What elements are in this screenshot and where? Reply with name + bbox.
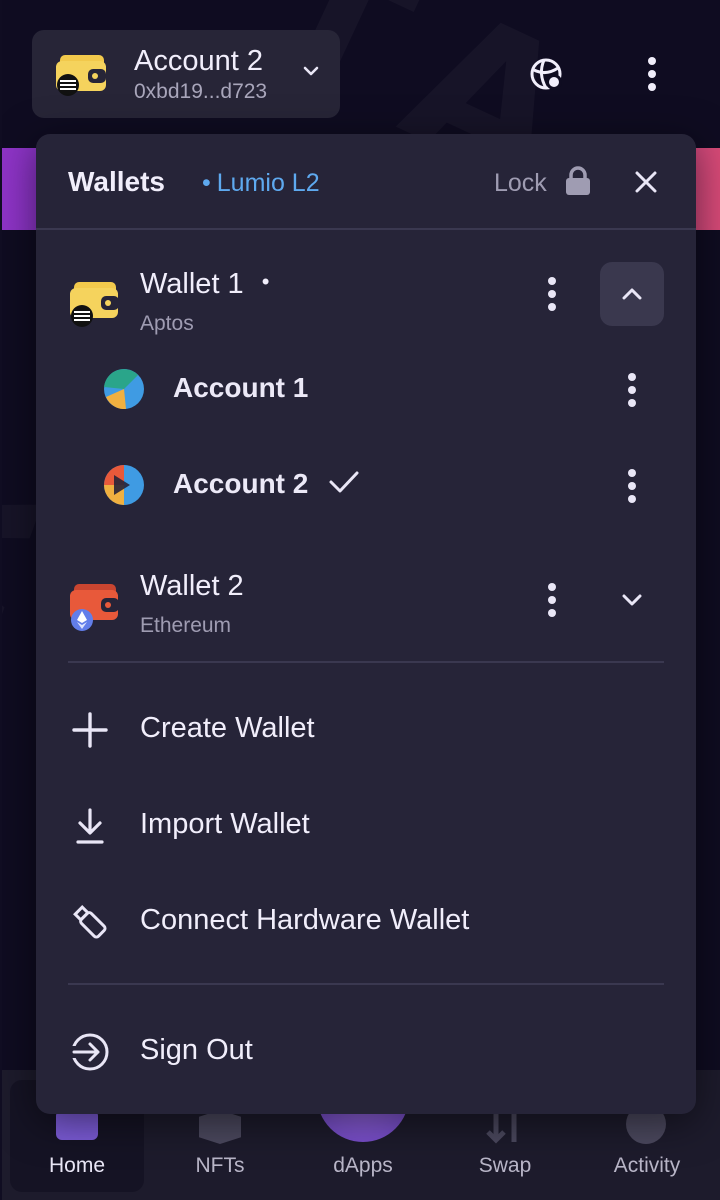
wallets-panel: Wallets Lumio L2 Lock xyxy=(36,134,696,1114)
aptos-wallet-icon xyxy=(70,280,122,327)
nav-swap-label: Swap xyxy=(478,1154,532,1177)
import-wallet-label: Import Wallet xyxy=(140,808,310,840)
chevron-up-icon xyxy=(622,288,642,300)
chevron-down-icon xyxy=(302,62,320,85)
panel-header: Wallets Lumio L2 Lock xyxy=(36,134,696,230)
account-1-name: Account 1 xyxy=(173,372,309,403)
nav-dapps-label: dApps xyxy=(333,1154,393,1177)
wallet-1-more-icon[interactable] xyxy=(544,276,560,317)
wallet-row-1[interactable]: Wallet 1 • Aptos xyxy=(36,262,696,352)
plus-icon xyxy=(70,710,110,750)
wallet-1-collapse-button[interactable] xyxy=(600,262,664,326)
download-icon xyxy=(70,806,110,846)
lock-button[interactable]: Lock xyxy=(494,166,591,201)
network-globe-icon[interactable] xyxy=(530,58,566,99)
divider xyxy=(68,661,664,663)
sign-out-icon xyxy=(70,1032,110,1072)
connect-hardware-wallet-button[interactable]: Connect Hardware Wallet xyxy=(36,886,696,956)
import-wallet-button[interactable]: Import Wallet xyxy=(36,790,696,860)
wallet-2-chain: Ethereum xyxy=(140,614,232,637)
wallet-2-name: Wallet 2 xyxy=(140,570,244,602)
home-icon xyxy=(56,1110,98,1140)
nav-activity-label: Activity xyxy=(613,1154,681,1177)
nav-home-label: Home xyxy=(48,1154,106,1177)
wallet-1-name: Wallet 1 • xyxy=(140,268,269,301)
wallet-icon xyxy=(54,51,110,97)
more-options-icon[interactable] xyxy=(646,56,658,97)
wallet-row-2[interactable]: Wallet 2 Ethereum xyxy=(36,564,696,654)
wallet-2-more-icon[interactable] xyxy=(544,582,560,623)
create-wallet-button[interactable]: Create Wallet xyxy=(36,694,696,764)
account-name: Account 2 xyxy=(134,44,263,77)
account-address: 0xbd19...d723 xyxy=(134,79,268,103)
nav-nfts-label: NFTs xyxy=(195,1154,245,1177)
ethereum-wallet-icon xyxy=(70,582,122,631)
account-row-1[interactable]: Account 1 xyxy=(36,352,696,432)
nfts-icon xyxy=(199,1110,241,1144)
swap-icon xyxy=(484,1110,526,1144)
wallet-2-expand-button[interactable] xyxy=(600,568,664,632)
account-2-avatar xyxy=(104,465,144,505)
usb-key-icon xyxy=(70,902,110,942)
create-wallet-label: Create Wallet xyxy=(140,712,315,744)
sign-out-button[interactable]: Sign Out xyxy=(36,1016,696,1086)
account-switcher[interactable]: Account 2 0xbd19...d723 xyxy=(32,30,340,118)
divider xyxy=(68,983,664,985)
account-2-more-icon[interactable] xyxy=(624,468,640,509)
account-row-2[interactable]: Account 2 xyxy=(36,448,696,528)
active-wallet-dot: • xyxy=(261,269,270,294)
chevron-down-icon xyxy=(622,594,642,606)
connect-hardware-wallet-label: Connect Hardware Wallet xyxy=(140,904,470,936)
wallet-1-chain: Aptos xyxy=(140,312,194,335)
app-root: ΤΑ Λ Account 2 0xbd19...d723 xyxy=(2,0,720,1200)
account-1-more-icon[interactable] xyxy=(624,372,640,413)
account-1-avatar xyxy=(104,369,144,410)
close-icon[interactable] xyxy=(632,168,660,201)
selected-check-icon xyxy=(328,470,360,499)
lock-icon xyxy=(565,166,591,201)
account-2-name: Account 2 xyxy=(173,468,309,499)
panel-title: Wallets xyxy=(68,166,165,197)
lock-label: Lock xyxy=(494,169,547,197)
network-label[interactable]: Lumio L2 xyxy=(202,169,320,198)
sign-out-label: Sign Out xyxy=(140,1034,253,1066)
wallet-1-name-text: Wallet 1 xyxy=(140,268,244,300)
